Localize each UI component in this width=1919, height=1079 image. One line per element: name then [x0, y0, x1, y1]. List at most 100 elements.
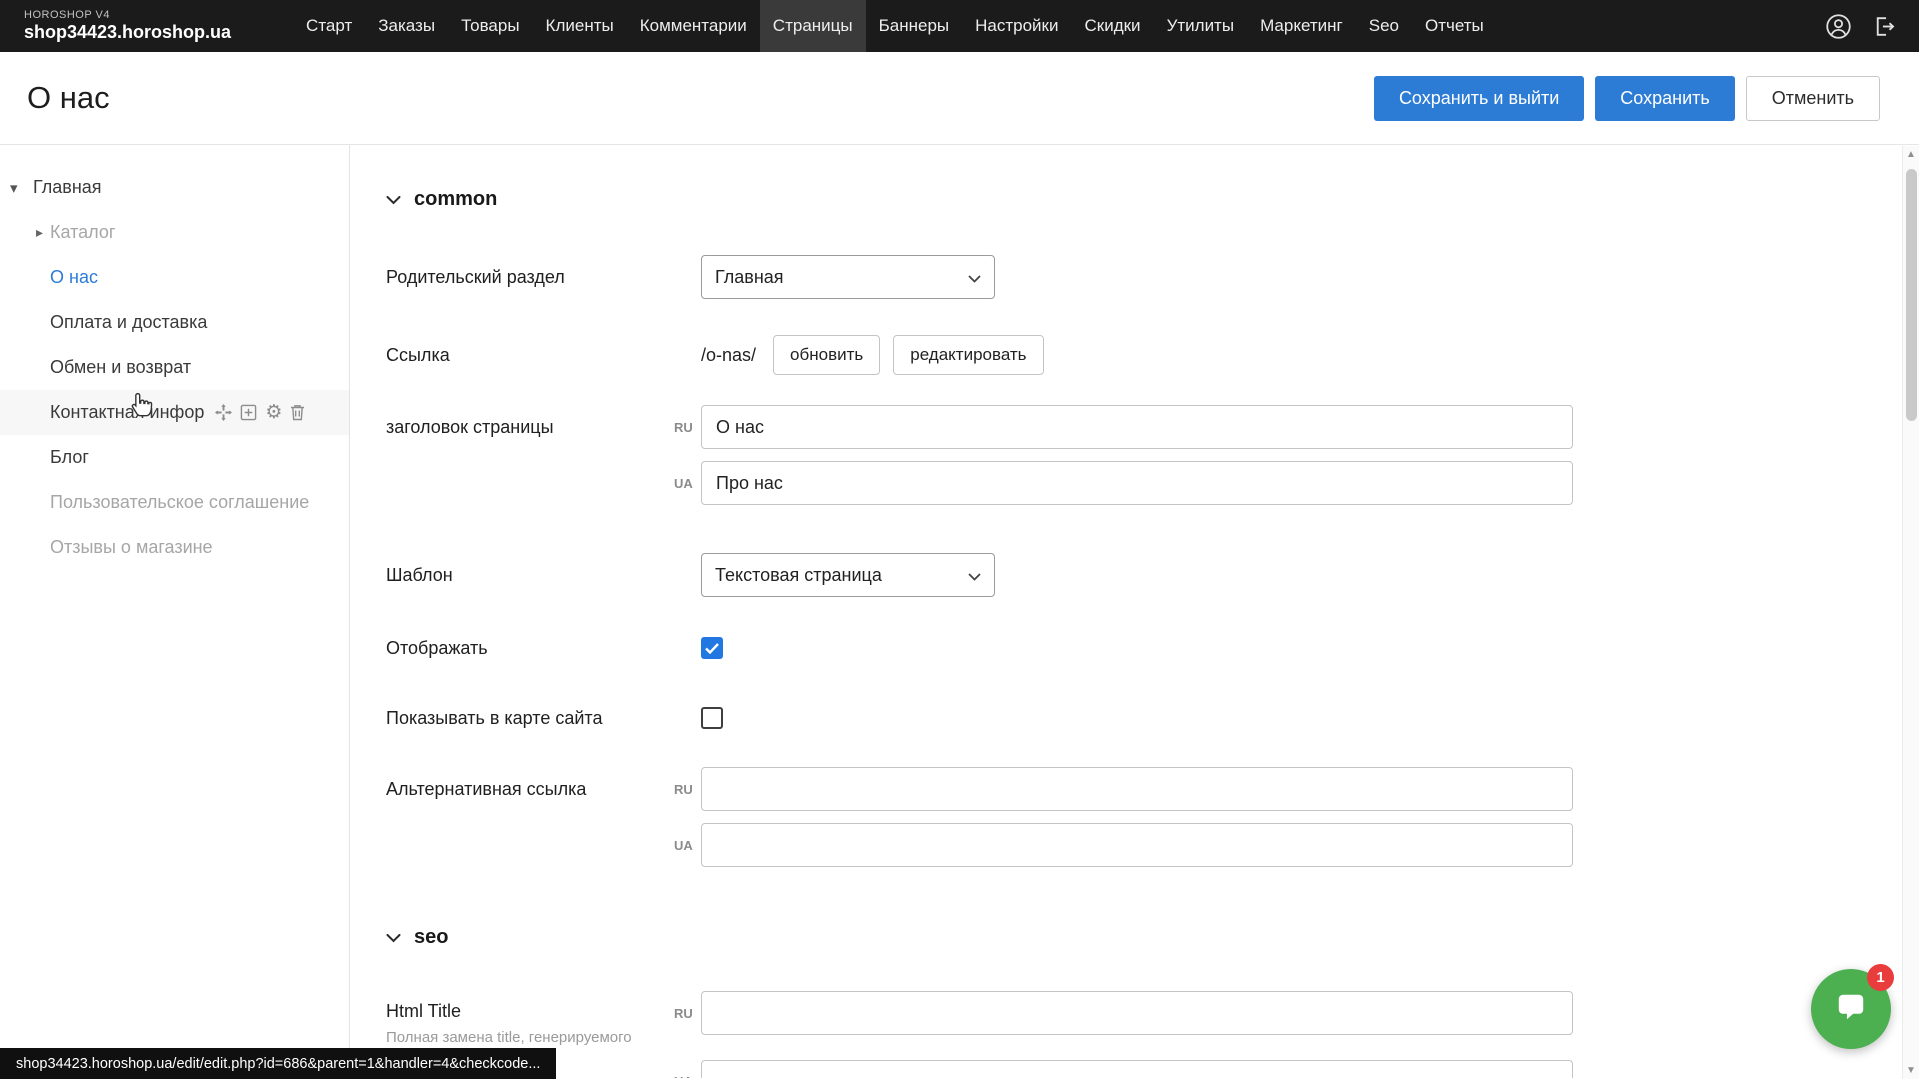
account-icon[interactable] — [1825, 13, 1852, 40]
brand-domain: shop34423.horoshop.ua — [24, 22, 231, 43]
sidebar-item-label: Оплата и доставка — [50, 312, 207, 333]
html-title-ru-row: Html Title Полная замена title, генериру… — [386, 991, 1919, 1048]
alt-link-label: Альтернативная ссылка — [386, 779, 666, 800]
scroll-up-icon[interactable]: ▲ — [1903, 146, 1919, 163]
sidebar-item-catalog[interactable]: ▸ Каталог — [0, 210, 349, 255]
pages-tree-sidebar: ▾ Главная ▸ Каталог О нас Оплата и доста… — [0, 145, 350, 1078]
sidebar-item-exchange-return[interactable]: Обмен и возврат — [0, 345, 349, 390]
page-title-label: заголовок страницы — [386, 417, 666, 438]
page-title-ua-input[interactable] — [701, 461, 1573, 505]
chevron-down-icon — [386, 926, 401, 949]
html-title-ru-input[interactable] — [701, 991, 1573, 1035]
template-label: Шаблон — [386, 565, 666, 586]
html-title-ua-row: UA — [386, 1060, 1919, 1078]
save-exit-button[interactable]: Сохранить и выйти — [1374, 76, 1584, 121]
section-seo[interactable]: seo — [386, 925, 1919, 949]
sitemap-checkbox[interactable] — [701, 707, 723, 729]
template-row: Шаблон Текстовая страница — [386, 553, 1919, 597]
nav-orders[interactable]: Заказы — [365, 0, 448, 52]
brand-version: HOROSHOP V4 — [24, 9, 231, 22]
parent-section-row: Родительский раздел Главная — [386, 255, 1919, 299]
top-navigation: Старт Заказы Товары Клиенты Комментарии … — [293, 0, 1497, 52]
sidebar-item-blog[interactable]: Блог — [0, 435, 349, 480]
sidebar-item-label: Пользовательское соглашение — [50, 492, 309, 513]
statusbar-url: shop34423.horoshop.ua/edit/edit.php?id=6… — [16, 1056, 540, 1072]
lang-badge-ua: UA — [666, 838, 701, 853]
nav-marketing[interactable]: Маркетинг — [1247, 0, 1356, 52]
refresh-link-button[interactable]: обновить — [773, 335, 880, 375]
page-title-ru-row: заголовок страницы RU — [386, 405, 1919, 449]
page-title-ua-row: UA — [386, 461, 1919, 505]
section-common[interactable]: common — [386, 187, 1919, 211]
template-select[interactable]: Текстовая страница — [701, 553, 995, 597]
topbar-actions — [1825, 13, 1897, 40]
html-title-hint: Полная замена title, генерируемого — [386, 1029, 666, 1048]
link-preview-statusbar: shop34423.horoshop.ua/edit/edit.php?id=6… — [0, 1048, 556, 1079]
edit-link-button[interactable]: редактировать — [893, 335, 1043, 375]
display-row: Отображать — [386, 637, 1919, 659]
sidebar-item-home[interactable]: ▾ Главная — [0, 165, 349, 210]
sidebar-item-contact-info[interactable]: Контактная инфор ⚙ — [0, 390, 349, 435]
lang-badge-ua: UA — [666, 476, 701, 491]
html-title-ua-input[interactable] — [701, 1060, 1573, 1078]
sidebar-item-store-reviews[interactable]: Отзывы о магазине — [0, 525, 349, 570]
sidebar-item-payment-delivery[interactable]: Оплата и доставка — [0, 300, 349, 345]
sidebar-item-user-agreement[interactable]: Пользовательское соглашение — [0, 480, 349, 525]
chevron-down-icon[interactable]: ▾ — [10, 179, 33, 197]
nav-products[interactable]: Товары — [448, 0, 532, 52]
chevron-down-icon — [968, 565, 981, 586]
nav-utilities[interactable]: Утилиты — [1154, 0, 1248, 52]
trash-icon[interactable] — [290, 404, 305, 421]
move-icon[interactable] — [215, 404, 232, 421]
nav-pages[interactable]: Страницы — [760, 0, 866, 52]
topbar: HOROSHOP V4 shop34423.horoshop.ua Старт … — [0, 0, 1919, 52]
link-label: Ссылка — [386, 345, 666, 366]
lang-badge-ru: RU — [666, 420, 701, 435]
sidebar-item-label: Каталог — [50, 222, 115, 243]
nav-comments[interactable]: Комментарии — [627, 0, 760, 52]
alt-link-ru-row: Альтернативная ссылка RU — [386, 767, 1919, 811]
lang-badge-ru: RU — [666, 782, 701, 797]
gear-icon[interactable]: ⚙ — [265, 403, 282, 422]
add-page-icon[interactable] — [240, 404, 257, 421]
page-title-ru-input[interactable] — [701, 405, 1573, 449]
tree-item-actions: ⚙ — [215, 403, 305, 422]
sidebar-item-label: Отзывы о магазине — [50, 537, 213, 558]
link-row: Ссылка /o-nas/ обновить редактировать — [386, 335, 1919, 375]
nav-banners[interactable]: Баннеры — [866, 0, 963, 52]
nav-reports[interactable]: Отчеты — [1412, 0, 1497, 52]
vertical-scrollbar[interactable]: ▲ ▼ — [1902, 146, 1919, 1079]
logout-icon[interactable] — [1872, 14, 1897, 39]
scrollbar-thumb[interactable] — [1906, 169, 1917, 421]
page-header: О нас Сохранить и выйти Сохранить Отмени… — [0, 52, 1919, 145]
nav-settings[interactable]: Настройки — [962, 0, 1071, 52]
nav-start[interactable]: Старт — [293, 0, 365, 52]
alt-link-ru-input[interactable] — [701, 767, 1573, 811]
sidebar-item-label: Контактная инфор — [50, 402, 204, 423]
display-checkbox[interactable] — [701, 637, 723, 659]
chat-launcher-button[interactable]: 1 — [1811, 969, 1891, 1049]
nav-clients[interactable]: Клиенты — [533, 0, 627, 52]
nav-discounts[interactable]: Скидки — [1071, 0, 1153, 52]
nav-seo[interactable]: Seo — [1356, 0, 1412, 52]
section-common-label: common — [414, 188, 497, 211]
lang-badge-ua: UA — [666, 1074, 701, 1078]
save-button[interactable]: Сохранить — [1595, 76, 1734, 121]
sidebar-item-about[interactable]: О нас — [0, 255, 349, 300]
page-title: О нас — [27, 80, 110, 116]
alt-link-ua-row: UA — [386, 823, 1919, 867]
scroll-down-icon[interactable]: ▼ — [1903, 1062, 1919, 1079]
display-label: Отображать — [386, 638, 666, 659]
lang-badge-ru: RU — [666, 991, 701, 1021]
parent-section-select[interactable]: Главная — [701, 255, 995, 299]
cancel-button[interactable]: Отменить — [1746, 76, 1880, 121]
brand: HOROSHOP V4 shop34423.horoshop.ua — [24, 9, 231, 42]
chevron-right-icon[interactable]: ▸ — [36, 224, 50, 241]
chat-unread-badge: 1 — [1867, 964, 1894, 991]
parent-section-value: Главная — [715, 267, 784, 288]
alt-link-ua-input[interactable] — [701, 823, 1573, 867]
sitemap-row: Показывать в карте сайта — [386, 707, 1919, 729]
page-body: ▾ Главная ▸ Каталог О нас Оплата и доста… — [0, 145, 1919, 1078]
sidebar-item-label: Блог — [50, 447, 89, 468]
chat-bubble-icon — [1832, 988, 1870, 1031]
